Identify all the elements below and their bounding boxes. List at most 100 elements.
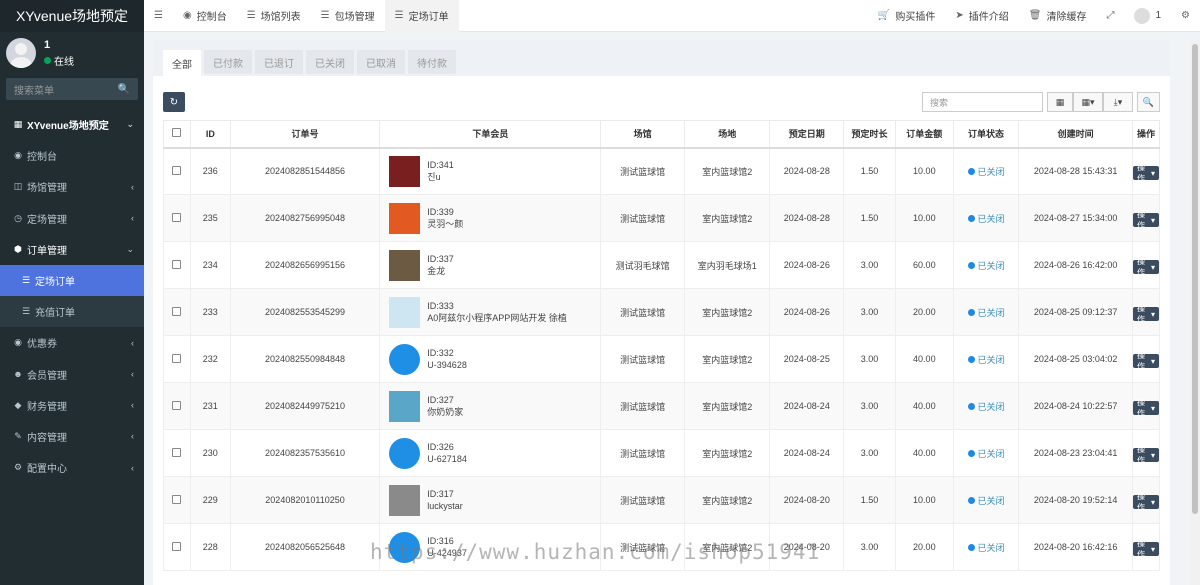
col-court[interactable]: 场地: [683, 120, 771, 149]
cell-member: ID:317 luckystar: [379, 476, 602, 524]
sidebar-item-xyvenue[interactable]: ▦ XYvenue场地预定 ⌄: [0, 109, 144, 140]
cell-status: 已关闭: [952, 147, 1020, 195]
caret-down-icon: ▾: [1150, 356, 1155, 366]
tab-private-booking[interactable]: ☰ 包场管理: [311, 0, 385, 32]
tab-booking-orders[interactable]: ☰ 定场订单: [384, 0, 459, 32]
chevron-left-icon: ‹: [131, 400, 134, 411]
sidebar-item-dashboard[interactable]: ◉ 控制台: [0, 140, 144, 171]
tab-refunded[interactable]: 已退订: [255, 50, 303, 74]
tab-pending[interactable]: 待付款: [408, 50, 456, 74]
buy-plugin-link[interactable]: 🛒 购买插件: [868, 0, 945, 32]
row-checkbox[interactable]: [172, 541, 182, 551]
col-created[interactable]: 创建时间: [1018, 120, 1133, 149]
caret-down-icon: ▾: [1150, 403, 1155, 413]
status-dot-icon: [967, 214, 975, 222]
sidebar-item-orders[interactable]: ⬢ 订单管理 ⌄: [0, 234, 144, 265]
clear-cache-link[interactable]: 🗑 清除缓存: [1019, 0, 1097, 32]
col-venue[interactable]: 场馆: [600, 120, 685, 149]
tab-dashboard[interactable]: ◉ 控制台: [173, 0, 237, 32]
cell-actions: 操作 ▾: [1131, 335, 1161, 383]
col-status[interactable]: 订单状态: [952, 120, 1020, 149]
row-checkbox[interactable]: [172, 447, 182, 457]
member-avatar: [389, 202, 421, 234]
sidebar-item-finance[interactable]: ◆ 财务管理 ‹: [0, 390, 144, 421]
col-member[interactable]: 下单会员: [379, 120, 602, 149]
table-search-input[interactable]: 搜索: [922, 92, 1043, 112]
cell-court: 室内篮球馆2: [683, 194, 771, 242]
scrollbar-thumb[interactable]: [1192, 44, 1198, 514]
brand-logo[interactable]: XYvenue场地预定: [0, 0, 144, 32]
row-checkbox[interactable]: [172, 259, 182, 269]
cell-order-no: 2024082550984848: [229, 335, 381, 383]
tab-closed[interactable]: 已关闭: [306, 50, 354, 74]
row-checkbox[interactable]: [172, 306, 182, 316]
col-hours[interactable]: 预定时长: [843, 120, 896, 149]
row-action-button[interactable]: 操作 ▾: [1132, 210, 1159, 230]
advanced-search-button[interactable]: 🔍: [1137, 92, 1160, 112]
cell-id: 232: [189, 335, 231, 383]
cell-court: 室内羽毛球场1: [683, 241, 771, 289]
tab-venue-list[interactable]: ☰ 场馆列表: [237, 0, 311, 32]
row-select-cell: [163, 523, 191, 571]
plugin-intro-link[interactable]: ➤ 插件介绍: [945, 0, 1018, 32]
row-action-button[interactable]: 操作 ▾: [1132, 492, 1159, 512]
toggle-view-button[interactable]: ▦: [1047, 92, 1073, 112]
cell-amount: 40.00: [894, 335, 954, 383]
row-action-button[interactable]: 操作 ▾: [1132, 304, 1159, 324]
tab-cancelled[interactable]: 已取消: [357, 50, 405, 74]
row-action-button[interactable]: 操作 ▾: [1132, 539, 1159, 559]
sidebar-item-config[interactable]: ⚙ 配置中心 ‹: [0, 452, 144, 483]
sidebar-item-recharge-orders[interactable]: ☰ 充值订单: [0, 296, 144, 328]
table-toolbar: ↻ 搜索 ▦ ▦▾ ⤓▾ 🔍: [163, 92, 1160, 114]
sidebar-item-venues[interactable]: ◫ 场馆管理 ‹: [0, 171, 144, 202]
user-menu[interactable]: 1: [1124, 0, 1171, 32]
refresh-button[interactable]: ↻: [163, 92, 185, 112]
tab-all[interactable]: 全部: [163, 50, 201, 76]
tab-paid[interactable]: 已付款: [204, 50, 252, 74]
row-action-button[interactable]: 操作 ▾: [1132, 398, 1159, 418]
search-icon[interactable]: 🔍: [118, 84, 130, 95]
columns-icon: ▦▾: [1081, 96, 1095, 107]
orders-panel: 全部 已付款 已退订 已关闭 已取消 待付款 ↻ 搜索 ▦ ▦▾ ⤓▾ 🔍 ID…: [153, 40, 1170, 585]
row-action-button[interactable]: 操作 ▾: [1132, 351, 1159, 371]
rocket-icon: ➤: [955, 10, 964, 21]
col-amount[interactable]: 订单金额: [894, 120, 954, 149]
status-badge: 已关闭: [967, 306, 1005, 319]
row-action-button[interactable]: 操作 ▾: [1132, 257, 1159, 277]
export-button[interactable]: ⤓▾: [1103, 92, 1133, 112]
columns-button[interactable]: ▦▾: [1073, 92, 1103, 112]
cell-actions: 操作 ▾: [1131, 476, 1161, 524]
cell-id: 231: [189, 382, 231, 430]
row-action-button[interactable]: 操作 ▾: [1132, 445, 1159, 465]
member-name: 灵羽～颜: [427, 219, 464, 229]
cell-status: 已关闭: [952, 241, 1020, 289]
member-avatar: [389, 343, 421, 375]
col-date[interactable]: 预定日期: [769, 120, 845, 149]
row-action-button[interactable]: 操作 ▾: [1132, 163, 1159, 183]
sidebar-item-members[interactable]: ☻ 会员管理 ‹: [0, 359, 144, 390]
sidebar-item-booking-orders[interactable]: ☰ 定场订单: [0, 264, 144, 297]
row-select-cell: [163, 476, 191, 524]
cell-order-no: 2024082010110250: [229, 476, 381, 524]
row-checkbox[interactable]: [172, 400, 182, 410]
sidebar-item-content[interactable]: ✎ 内容管理 ‹: [0, 421, 144, 452]
menu-search-input[interactable]: 搜索菜单 🔍: [6, 78, 138, 100]
row-checkbox[interactable]: [172, 212, 182, 222]
row-checkbox[interactable]: [172, 494, 182, 504]
avatar: [6, 38, 36, 68]
cell-date: 2024-08-28: [769, 147, 845, 195]
page-scrollbar[interactable]: [1190, 40, 1200, 585]
cell-id: 233: [189, 288, 231, 336]
col-order-no[interactable]: 订单号: [229, 120, 381, 149]
fullscreen-button[interactable]: ⤢: [1096, 0, 1124, 32]
col-id[interactable]: ID: [189, 120, 231, 149]
cell-hours: 1.50: [843, 147, 896, 195]
sidebar: XYvenue场地预定 1 在线 搜索菜单 🔍 ▦ XYvenue场地预定 ⌄ ◉ 控…: [0, 0, 144, 585]
settings-button[interactable]: ⚙: [1171, 0, 1200, 32]
row-checkbox[interactable]: [172, 165, 182, 175]
sidebar-item-booking[interactable]: ◷ 定场管理 ‹: [0, 203, 144, 234]
sidebar-item-coupons[interactable]: ◉ 优惠券 ‹: [0, 327, 144, 358]
menu-toggle-button[interactable]: ☰: [144, 0, 173, 32]
row-checkbox[interactable]: [172, 353, 182, 363]
select-all-checkbox[interactable]: [172, 128, 182, 138]
